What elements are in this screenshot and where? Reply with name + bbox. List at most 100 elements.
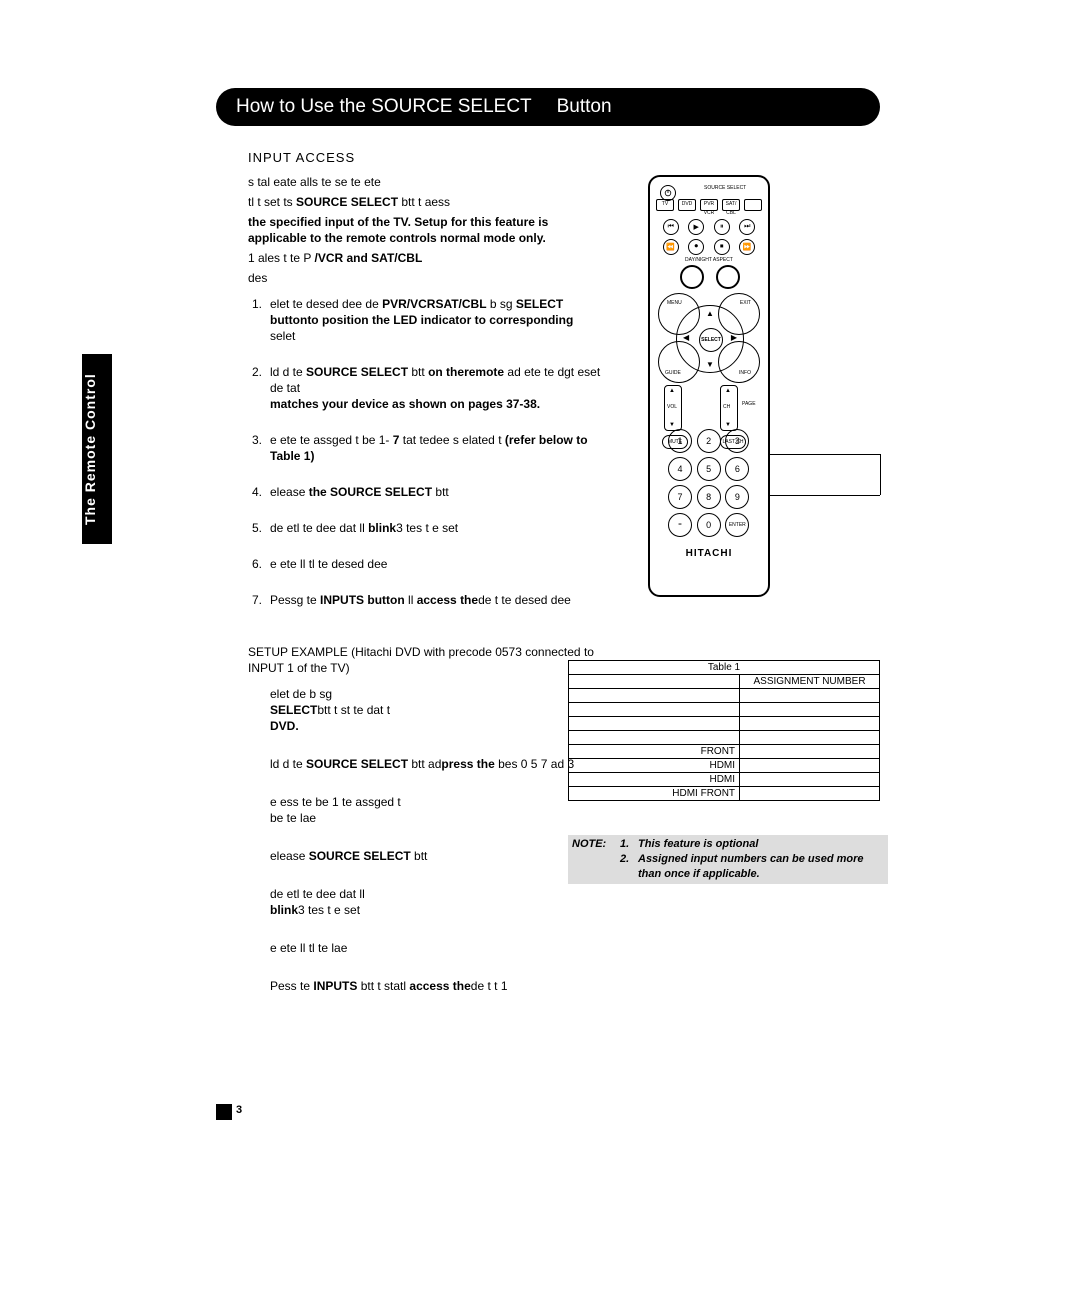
example-step: elet de b sg SELECTbtt t st te dat t DVD… [252, 686, 608, 734]
step: 5.de etl te dee dat ll blink3 tes t e se… [252, 520, 608, 536]
number-button-1: 1 [668, 429, 692, 453]
aspect-button [716, 265, 740, 289]
step-number: 2. [252, 364, 270, 412]
page-number: 3 [236, 1104, 242, 1116]
vol-up-icon: ▲ [669, 388, 675, 394]
table-1-block: Table 1 ASSIGNMENT NUMBER FRONTHDMIHDMIH… [568, 660, 880, 801]
table-row [569, 703, 880, 717]
setup-example-title: SETUP EXAMPLE (Hitachi DVD with precode … [248, 644, 608, 676]
transport-row-1: ⏮▶⏸⏭ [658, 219, 760, 235]
example-step-body: ld d te SOURCE SELECT btt adpress the be… [270, 756, 608, 772]
ch-label: CH [723, 404, 730, 410]
example-step: de etl te dee dat ll blink3 tes t e set [252, 886, 608, 918]
brand-label: HITACHI [650, 548, 768, 559]
example-step: Pess te INPUTS btt t statl access thede … [252, 978, 608, 994]
note-num-2: 2. [620, 852, 638, 882]
example-step: elease SOURCE SELECT btt [252, 848, 608, 864]
transport-button: ⏩ [739, 239, 755, 255]
number-button-4: 4 [668, 457, 692, 481]
remote-illustration: SOURCE SELECT TVDVDPVR VCRSAT/ CBL ⏮▶⏸⏭ … [648, 175, 770, 597]
mode-button [744, 199, 762, 211]
text-bold: SOURCE SELECT [296, 195, 398, 209]
step-body: e ete te assged t be 1- 7 tat tedee s el… [270, 432, 608, 464]
arrow-right-icon: ▶ [731, 333, 737, 342]
dash-button: - [668, 513, 692, 537]
step-body: de etl te dee dat ll blink3 tes t e set [270, 520, 608, 536]
label-source-select: SOURCE SELECT [704, 185, 746, 191]
example-step-body: e ete ll tl te lae [270, 940, 608, 956]
table-cell [740, 745, 880, 759]
arrow-up-icon: ▲ [706, 309, 714, 318]
intro-line-2: tl t set ts SOURCE SELECT btt t aess [248, 194, 608, 210]
table-cell [740, 773, 880, 787]
example-step: ld d te SOURCE SELECT btt adpress the be… [252, 756, 608, 772]
mode-button: SAT/ CBL [722, 199, 740, 211]
intro-bold: the specified input of the TV. Setup for… [248, 214, 608, 246]
mode-buttons-row: TVDVDPVR VCRSAT/ CBL [654, 199, 764, 211]
table-cell [740, 731, 880, 745]
note-num-1: 1. [620, 837, 638, 852]
label: MENU [667, 300, 682, 306]
example-step-body: elease SOURCE SELECT btt [270, 848, 608, 864]
steps-list: 1.elet te desed dee de PVR/VCRSAT/CBL b … [248, 296, 608, 622]
table-cell [740, 717, 880, 731]
header-title-right: Button [557, 96, 612, 117]
step-body: elet te desed dee de PVR/VCRSAT/CBL b sg… [270, 296, 608, 344]
nav-ring: SELECT ▲ ▼ ◀ ▶ [676, 305, 744, 373]
volume-rocker: ▲ VOL ▼ [664, 385, 682, 431]
number-button-7: 7 [668, 485, 692, 509]
step: 1.elet te desed dee de PVR/VCRSAT/CBL b … [252, 296, 608, 344]
step-number: 5. [252, 520, 270, 536]
table-row: HDMI [569, 773, 880, 787]
intro-line-1: s tal eate alls te se te ete [248, 174, 608, 190]
channel-rocker: ▲ CH ▼ [720, 385, 738, 431]
text: 1 ales t te P [248, 251, 315, 265]
step-number: 6. [252, 556, 270, 572]
table-row: HDMI [569, 759, 880, 773]
number-button-6: 6 [725, 457, 749, 481]
table-row: FRONT [569, 745, 880, 759]
text: tl t set ts [248, 195, 296, 209]
ch-up-icon: ▲ [725, 388, 731, 394]
page-number-tab [216, 1104, 232, 1120]
table-cell: HDMI [569, 759, 740, 773]
example-step: e ess te be 1 te assged tbe te lae [252, 794, 608, 826]
callout-line-vertical [880, 454, 881, 495]
step: 7.Pessg te INPUTS button ll access thede… [252, 592, 608, 608]
table-1: Table 1 ASSIGNMENT NUMBER FRONTHDMIHDMIH… [568, 660, 880, 801]
enter-button: ENTER [725, 513, 749, 537]
label-daynight-aspect: DAY/NIGHT ASPECT [650, 257, 768, 263]
number-button-0: 0 [697, 513, 721, 537]
table-cell [569, 703, 740, 717]
table-cell [569, 689, 740, 703]
number-button-9: 9 [725, 485, 749, 509]
label: EXIT [740, 300, 751, 306]
example-step-body: elet de b sg SELECTbtt t st te dat t DVD… [270, 686, 608, 734]
number-button-5: 5 [697, 457, 721, 481]
transport-button: ⏹ [714, 239, 730, 255]
transport-button: ⏪ [663, 239, 679, 255]
table-row [569, 689, 880, 703]
number-pad: 123456789-0ENTER [668, 429, 750, 537]
arrow-down-icon: ▼ [706, 360, 714, 369]
ch-down-icon: ▼ [725, 422, 731, 428]
label: INFO [739, 370, 751, 376]
example-step-body: de etl te dee dat ll blink3 tes t e set [270, 886, 608, 918]
step-number: 4. [252, 484, 270, 500]
table-cell: HDMI [569, 773, 740, 787]
text: btt t aess [398, 195, 450, 209]
main-content: INPUT ACCESS s tal eate alls te se te et… [248, 150, 608, 1010]
daynight-button [680, 265, 704, 289]
table-cell [740, 759, 880, 773]
transport-button: ⏭ [739, 219, 755, 235]
step-body: ld d te SOURCE SELECT btt on theremote a… [270, 364, 608, 412]
note-label: NOTE: [572, 837, 620, 852]
transport-button: ⏺ [688, 239, 704, 255]
section-header: How to Use the SOURCE SELECT Button [216, 88, 880, 126]
page-label: PAGE [742, 401, 756, 407]
note-box: NOTE: 1. This feature is optional 2. Ass… [568, 835, 888, 884]
table-cell [740, 787, 880, 801]
step: 4.elease the SOURCE SELECT btt [252, 484, 608, 500]
step-body: elease the SOURCE SELECT btt [270, 484, 608, 500]
label: GUIDE [665, 370, 681, 376]
